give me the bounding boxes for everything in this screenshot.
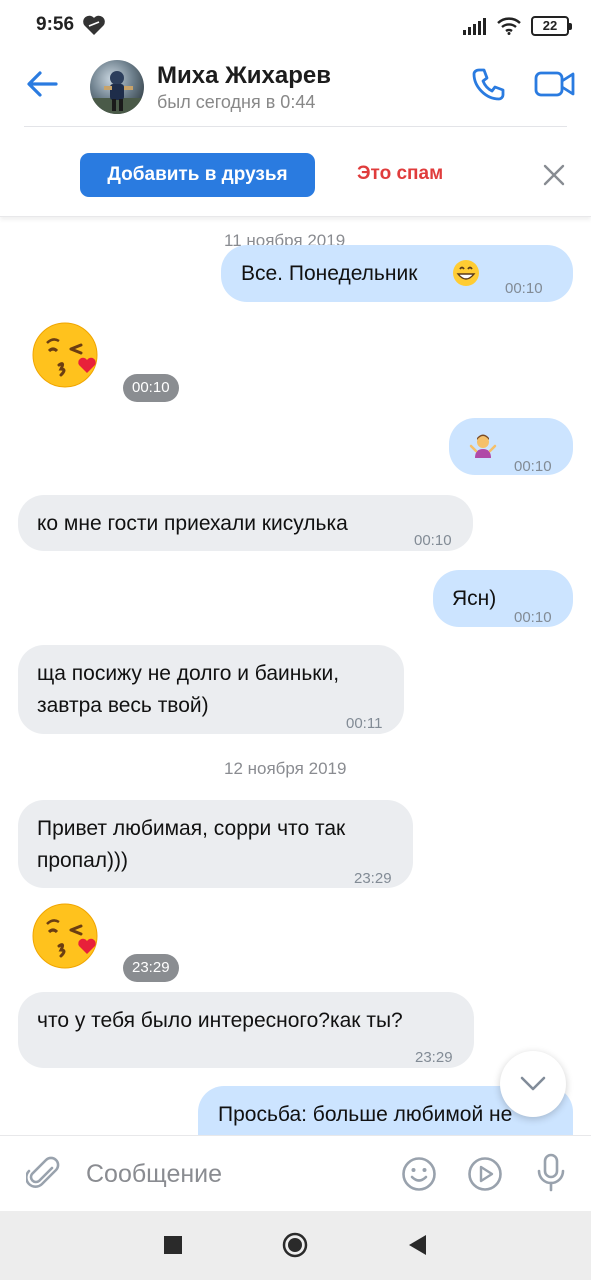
back-arrow-icon[interactable]: [24, 66, 60, 102]
status-time: 9:56: [36, 14, 75, 35]
status-icons: 22: [463, 14, 572, 38]
home-circle-icon[interactable]: [282, 1232, 308, 1258]
request-bar: Добавить в друзья Это спам: [0, 127, 591, 217]
voice-message-play-icon[interactable]: [467, 1156, 503, 1192]
message-time: 23:29: [354, 870, 392, 887]
message-time: 23:29: [415, 1049, 453, 1066]
last-seen-status: был сегодня в 0:44: [157, 92, 316, 112]
message-text: Просьба: больше любимой не: [218, 1103, 513, 1126]
message-bubble-outgoing[interactable]: Все. Понедельник 00:10: [221, 245, 573, 302]
report-spam-button[interactable]: Это спам: [357, 163, 443, 185]
person-shrugging-icon: [469, 434, 497, 458]
message-text: Ясн): [452, 587, 497, 610]
signal-icon: [463, 18, 486, 35]
back-triangle-icon[interactable]: [407, 1233, 427, 1257]
message-bubble-incoming[interactable]: ко мне гости приехали кисулька 00:10: [18, 495, 473, 551]
message-text-line: Привет любимая, сорри что так: [37, 817, 346, 840]
message-bubble-outgoing[interactable]: Ясн) 00:10: [433, 570, 573, 627]
status-bar: 9:56 22: [0, 0, 591, 52]
message-time-pill: 23:29: [123, 954, 179, 982]
scroll-to-bottom-button[interactable]: [500, 1051, 566, 1117]
recents-square-icon[interactable]: [164, 1236, 182, 1254]
message-text-line: завтра весь твой): [37, 694, 209, 717]
message-input[interactable]: [86, 1154, 376, 1194]
sticker-smile-icon[interactable]: [401, 1156, 437, 1192]
message-bubble-outgoing[interactable]: 00:10: [449, 418, 573, 475]
message-text: ко мне гости приехали кисулька: [37, 512, 348, 535]
add-friend-button[interactable]: Добавить в друзья: [80, 153, 315, 197]
contact-name[interactable]: Миха Жихарев: [157, 62, 331, 90]
message-time: 00:10: [414, 532, 452, 549]
date-separator: 12 ноября 2019: [218, 759, 353, 779]
message-text: что у тебя было интересного?как ты?: [37, 1009, 403, 1032]
message-time: 00:10: [514, 609, 552, 626]
face-blowing-kiss-icon[interactable]: [31, 902, 101, 972]
message-list[interactable]: 11 ноября 2019 Все. Понедельник 00:10 00…: [0, 217, 591, 1135]
close-icon[interactable]: [542, 163, 566, 187]
message-text-line: пропал))): [37, 849, 129, 872]
grinning-face-icon: [453, 260, 479, 286]
message-bubble-incoming[interactable]: ща посижу не долго и баиньки, завтра вес…: [18, 645, 404, 734]
battery-icon: 22: [531, 16, 572, 36]
message-time-pill: 00:10: [123, 374, 179, 402]
heart-shield-icon: [83, 15, 105, 35]
microphone-icon[interactable]: [536, 1153, 566, 1193]
message-composer: [0, 1135, 591, 1211]
wifi-icon: [497, 17, 521, 35]
chat-header: Миха Жихарев был сегодня в 0:44: [0, 52, 591, 126]
video-camera-icon[interactable]: [534, 68, 576, 100]
message-time: 00:10: [505, 280, 543, 297]
message-time: 00:10: [514, 458, 552, 475]
message-text-line: ща посижу не долго и баиньки,: [37, 662, 340, 685]
chevron-down-icon: [520, 1076, 546, 1091]
message-time: 00:11: [346, 715, 383, 732]
paperclip-icon[interactable]: [26, 1154, 60, 1192]
avatar-image: [90, 71, 144, 114]
message-bubble-incoming[interactable]: Привет любимая, сорри что так пропал))) …: [18, 800, 413, 888]
face-blowing-kiss-icon[interactable]: [31, 321, 101, 391]
phone-icon[interactable]: [470, 66, 506, 102]
message-bubble-incoming[interactable]: что у тебя было интересного?как ты? 23:2…: [18, 992, 474, 1068]
system-navigation-bar: [0, 1211, 591, 1280]
avatar[interactable]: [90, 60, 144, 114]
message-text: Все. Понедельник: [241, 262, 418, 285]
